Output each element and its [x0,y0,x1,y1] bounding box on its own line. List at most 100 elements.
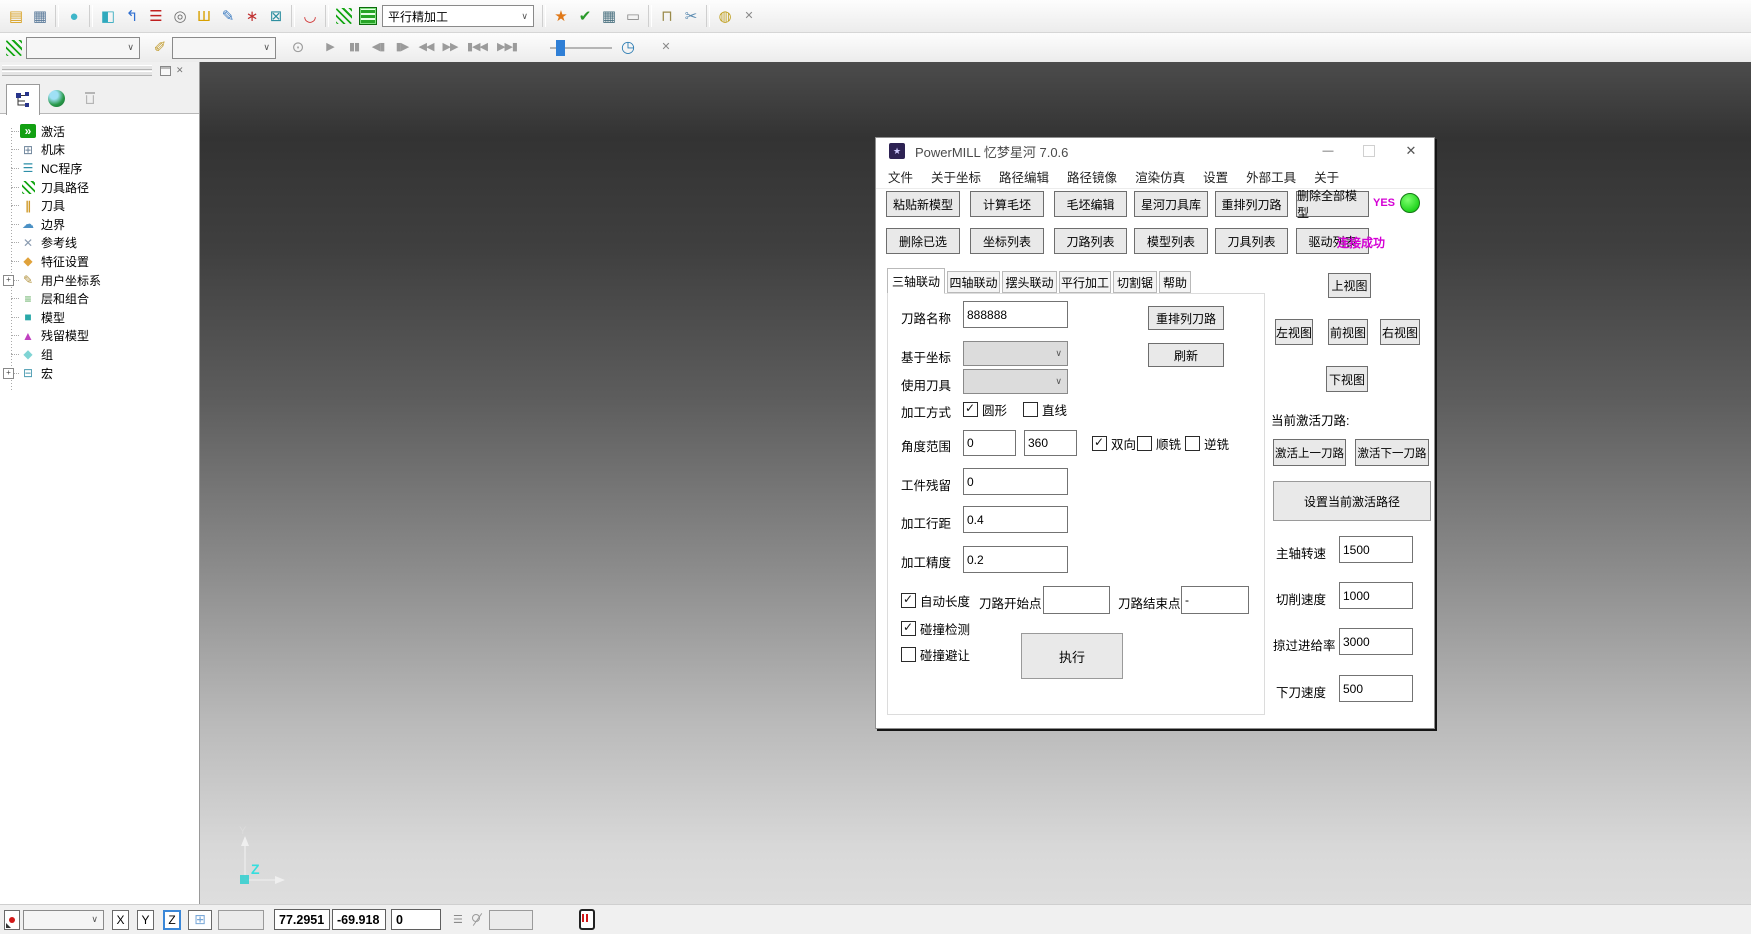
sim-tool-combobox[interactable]: ∨ [172,37,276,59]
bidirectional-checkbox[interactable]: 双向 [1092,434,1136,453]
mode-line-checkbox[interactable]: 直线 [1023,400,1067,419]
view-front-button[interactable]: 前视图 [1328,319,1368,345]
swap-axes-icon[interactable]: ✂ [679,4,703,28]
tool-verify-icon[interactable]: ✔ [573,4,597,28]
fast-forward-button[interactable]: ▶▶ [438,36,462,60]
sim-toolbar-close-icon[interactable]: ✕ [654,36,678,60]
pause-button[interactable]: ▮▮ [342,36,366,60]
tree-item-toolpaths[interactable]: 刀具路径 [0,178,199,197]
menu-render-sim[interactable]: 渲染仿真 [1126,167,1194,186]
execute-button[interactable]: 执行 [1021,633,1123,679]
maximize-button[interactable] [1352,138,1386,164]
axis-z-button[interactable]: Z [163,910,181,930]
xyz-list-icon[interactable]: ☰ [453,913,463,926]
strategy-list-icon[interactable] [356,4,380,28]
rearrange-toolpaths-button-2[interactable]: 重排列刀路 [1148,306,1224,330]
sim-tool-icon[interactable]: ✐ [148,36,172,60]
mode-circle-checkbox[interactable]: 圆形 [963,400,1007,419]
collision-avoid-checkbox[interactable]: 碰撞避让 [901,645,970,664]
tab-parallel[interactable]: 平行加工 [1059,271,1111,293]
point-picker-button[interactable] [4,910,20,930]
start-point-input[interactable] [1043,586,1110,614]
tree-item-groups[interactable]: ◆ 组 [0,345,199,364]
tab-explorer-tree[interactable] [6,84,40,115]
refresh-button[interactable]: 刷新 [1148,343,1224,367]
tree-item-macros[interactable]: + ⊟ 宏 [0,364,199,383]
angle-from-input[interactable] [963,430,1016,456]
tree-item-patterns[interactable]: ✕ 参考线 [0,234,199,253]
ruler-icon[interactable]: ▭ [621,4,645,28]
tab-saw[interactable]: 切割锯 [1113,271,1157,293]
tool-burn-icon[interactable]: ★ [549,4,573,28]
tab-explorer-trash[interactable]: ⊔ [74,84,106,112]
workplane-list-button[interactable]: 坐标列表 [970,228,1044,254]
tool-list-button[interactable]: 刀具列表 [1215,228,1288,254]
start-points-icon[interactable]: ∗ [240,4,264,28]
tab-4axis[interactable]: 四轴联动 [947,271,1000,293]
clamp-tools-icon[interactable]: ⊓ [655,4,679,28]
pause-device-icon[interactable] [579,909,595,930]
tree-item-stock-models[interactable]: ▲ 残留模型 [0,327,199,346]
climb-mill-checkbox[interactable]: 顺铣 [1137,434,1181,453]
tool-library-button[interactable]: 星河刀具库 [1134,191,1208,217]
end-point-input[interactable] [1181,586,1249,614]
axis-y-button[interactable]: Y [137,910,154,930]
go-to-start-button[interactable]: ▮◀◀ [462,36,492,60]
workplane-snap-icon[interactable] [470,912,485,927]
sim-toolpath-combobox[interactable]: ∨ [26,37,140,59]
menu-about[interactable]: 关于 [1305,167,1348,186]
tree-item-levels-sets[interactable]: ≡ 层和组合 [0,289,199,308]
tree-item-machine[interactable]: ⊞ 机床 [0,141,199,160]
expand-icon[interactable]: + [3,275,14,286]
axis-x-button[interactable]: X [112,910,129,930]
statusbar-combobox[interactable]: ∨ [23,910,104,930]
delete-selected-button[interactable]: 删除已选 [886,228,960,254]
stepover-input[interactable] [963,506,1068,533]
tab-help[interactable]: 帮助 [1159,271,1191,293]
dialog-titlebar[interactable]: ★ PowerMILL 忆梦星河 7.0.6 — ✕ [876,138,1434,164]
view-bottom-button[interactable]: 下视图 [1326,366,1368,392]
tree-item-tools[interactable]: ∥ 刀具 [0,196,199,215]
calculate-block-button[interactable]: 计算毛坯 [970,191,1044,217]
expand-icon[interactable]: + [3,368,14,379]
tool-block-icon[interactable]: ⊠ [264,4,288,28]
grid-snap-button[interactable]: ⊞ [188,910,212,930]
rewind-button[interactable]: ◀◀ [414,36,438,60]
go-to-end-button[interactable]: ▶▶▮ [492,36,522,60]
step-back-button[interactable]: ◀▮ [366,36,390,60]
set-active-path-button[interactable]: 设置当前激活路径 [1273,481,1431,521]
bulb-icon[interactable]: ⊙ [286,36,310,60]
toolpath-list-button[interactable]: 刀路列表 [1054,228,1127,254]
tab-explorer-web[interactable] [40,84,72,112]
tree-item-models[interactable]: ■ 模型 [0,308,199,327]
cutting-feed-input[interactable] [1339,582,1413,609]
slider-handle[interactable] [556,40,565,56]
view-left-button[interactable]: 左视图 [1275,319,1313,345]
block-icon[interactable]: ◧ [96,4,120,28]
delete-all-models-button[interactable]: 删除全部模型 [1296,191,1369,217]
view-right-button[interactable]: 右视图 [1380,319,1420,345]
active-strategy-combobox[interactable]: 平行精加工 ∨ [382,5,534,27]
skim-feed-input[interactable] [1339,628,1413,655]
menu-file[interactable]: 文件 [879,167,922,186]
tab-swivel[interactable]: 摆头联动 [1002,271,1057,293]
stock-w-icon[interactable]: Ш [192,4,216,28]
step-forward-button[interactable]: ▮▶ [390,36,414,60]
spindle-speed-input[interactable] [1339,536,1413,563]
panel-float-icon[interactable] [160,66,171,76]
menu-settings[interactable]: 设置 [1194,167,1237,186]
leads-links-icon[interactable]: ✎ [216,4,240,28]
rapid-move-heights-icon[interactable]: ↰ [120,4,144,28]
minimize-button[interactable]: — [1311,138,1345,164]
model-list-button[interactable]: 模型列表 [1134,228,1208,254]
clock-icon[interactable]: ◷ [616,36,640,60]
tolerance-input[interactable] [963,546,1068,573]
toolpath-name-input[interactable] [963,301,1068,328]
menu-path-mirror[interactable]: 路径镜像 [1058,167,1126,186]
block-edit-button[interactable]: 毛坯编辑 [1054,191,1127,217]
menu-path-edit[interactable]: 路径编辑 [990,167,1058,186]
paste-new-model-button[interactable]: 粘贴新模型 [886,191,960,217]
thickness-input[interactable] [963,468,1068,495]
tree-item-nc-programs[interactable]: ☰ NC程序 [0,159,199,178]
activate-prev-toolpath-button[interactable]: 激活上一刀路 [1273,439,1346,466]
